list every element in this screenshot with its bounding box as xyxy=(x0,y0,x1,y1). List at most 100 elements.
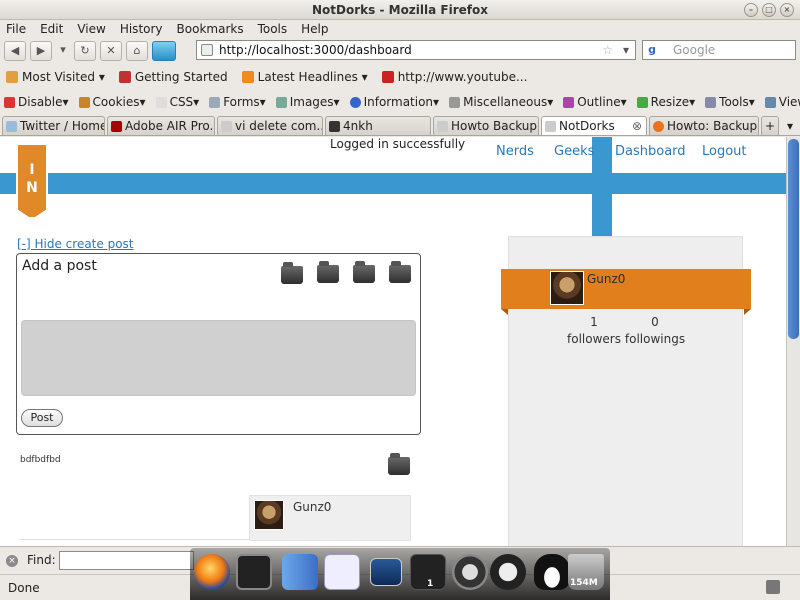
disable-icon xyxy=(4,96,15,108)
followers-stat[interactable]: 1 followers xyxy=(566,314,622,348)
followings-stat[interactable]: 0 followings xyxy=(624,314,686,348)
url-bar[interactable]: http://localhost:3000/dashboard ☆ ▾ xyxy=(196,40,636,60)
dev-label: Images▾ xyxy=(289,95,340,109)
workspace-switcher-icon[interactable]: 1 xyxy=(410,554,446,590)
search-bar[interactable]: g Google xyxy=(642,40,796,60)
close-icon[interactable]: × xyxy=(6,555,18,567)
nav-link-geeks[interactable]: Geeks xyxy=(554,144,594,159)
firefox-icon[interactable] xyxy=(194,554,230,590)
avatar[interactable] xyxy=(254,500,284,530)
trash-icon[interactable]: 154M xyxy=(568,554,604,590)
vertical-scrollbar[interactable] xyxy=(786,137,800,546)
close-icon[interactable]: × xyxy=(780,3,794,17)
nav-link-nerds[interactable]: Nerds xyxy=(496,144,534,159)
followings-label: followings xyxy=(624,332,686,346)
post-textarea[interactable] xyxy=(21,320,416,396)
dev-outline[interactable]: Outline▾ xyxy=(563,95,627,109)
post-button[interactable]: Post xyxy=(21,409,63,427)
tab-howto-backup-2[interactable]: Howto: Backup... xyxy=(649,116,759,135)
dev-label: Cookies▾ xyxy=(92,95,146,109)
workspace-badge: 1 xyxy=(427,579,434,589)
tab-notdorks[interactable]: NotDorks ⊗ xyxy=(541,116,647,135)
tab-4nkh[interactable]: 4nkh xyxy=(325,116,431,135)
logo-text: IN xyxy=(26,162,38,196)
twitter-icon xyxy=(6,120,17,132)
folder-icon[interactable] xyxy=(388,453,410,475)
folder-icon xyxy=(6,71,18,83)
scrollbar-thumb[interactable] xyxy=(788,139,799,339)
maximize-icon[interactable]: □ xyxy=(762,3,776,17)
profile-username[interactable]: Gunz0 xyxy=(587,272,625,286)
bookmark-getting-started[interactable]: Getting Started xyxy=(118,70,228,84)
bookmark-label: Latest Headlines ▾ xyxy=(257,70,368,84)
menu-bookmarks[interactable]: Bookmarks xyxy=(177,20,244,38)
dev-disable[interactable]: Disable▾ xyxy=(4,95,69,109)
bookmark-most-visited[interactable]: Most Visited ▾ xyxy=(6,70,105,84)
finder-icon[interactable] xyxy=(282,554,318,590)
gimp-icon[interactable] xyxy=(490,554,526,590)
tab-adobe-air[interactable]: Adobe AIR Pro... xyxy=(107,116,215,135)
airtunes-icon[interactable] xyxy=(152,41,176,61)
nav-link-logout[interactable]: Logout xyxy=(702,144,747,159)
menu-history[interactable]: History xyxy=(120,20,163,38)
site-logo[interactable]: IN xyxy=(16,143,48,219)
dev-forms[interactable]: Forms▾ xyxy=(209,95,266,109)
dev-css[interactable]: CSS▾ xyxy=(155,95,199,109)
menu-help[interactable]: Help xyxy=(301,20,328,38)
page-icon xyxy=(221,120,232,132)
monitor-icon[interactable] xyxy=(370,558,402,586)
home-button[interactable]: ⌂ xyxy=(126,41,148,61)
adobe-icon xyxy=(111,120,122,132)
dev-label: Miscellaneous▾ xyxy=(463,95,554,109)
dev-resize[interactable]: Resize▾ xyxy=(636,95,695,109)
tab-howto-backup-1[interactable]: Howto Backup ... xyxy=(433,116,539,135)
nav-link-dashboard[interactable]: Dashboard xyxy=(615,144,686,159)
stop-button[interactable]: ✕ xyxy=(100,41,122,61)
terminal-icon[interactable] xyxy=(236,554,272,590)
dev-tools[interactable]: Tools▾ xyxy=(705,95,755,109)
dev-view-source[interactable]: View S xyxy=(764,95,800,109)
reload-button[interactable]: ↻ xyxy=(74,41,96,61)
back-button[interactable]: ◀ xyxy=(4,41,26,61)
cookie-icon xyxy=(78,96,90,108)
dev-label: Disable▾ xyxy=(18,95,69,109)
tab-vi-delete[interactable]: vi delete com... xyxy=(217,116,323,135)
find-input[interactable] xyxy=(59,551,194,570)
menu-tools[interactable]: Tools xyxy=(258,20,288,38)
new-tab-button[interactable]: + xyxy=(761,116,779,135)
bookmark-star-icon[interactable]: ☆ xyxy=(602,41,613,59)
header-vertical-band xyxy=(592,137,612,237)
menu-bar: File Edit View History Bookmarks Tools H… xyxy=(0,20,800,38)
folder-icon[interactable] xyxy=(281,262,303,284)
tux-icon[interactable] xyxy=(534,554,570,590)
menu-view[interactable]: View xyxy=(77,20,105,38)
folder-icon[interactable] xyxy=(353,261,375,283)
bookmark-latest-headlines[interactable]: Latest Headlines ▾ xyxy=(241,70,368,84)
folder-icon[interactable] xyxy=(389,261,411,283)
power-icon[interactable] xyxy=(452,554,488,590)
dev-cookies[interactable]: Cookies▾ xyxy=(78,95,146,109)
dev-information[interactable]: Information▾ xyxy=(349,95,439,109)
document-icon[interactable] xyxy=(324,554,360,590)
google-icon[interactable]: g xyxy=(645,43,659,57)
clapper-icon xyxy=(329,120,340,132)
dev-label: Forms▾ xyxy=(223,95,266,109)
site-favicon-icon xyxy=(201,44,213,56)
dev-miscellaneous[interactable]: Miscellaneous▾ xyxy=(449,95,553,109)
tab-list-button[interactable]: ▾ xyxy=(781,116,799,135)
menu-file[interactable]: File xyxy=(6,20,26,38)
url-dropdown-icon[interactable]: ▾ xyxy=(623,41,629,59)
menu-edit[interactable]: Edit xyxy=(40,20,63,38)
history-dropdown-icon[interactable]: ▾ xyxy=(56,41,70,61)
dev-images[interactable]: Images▾ xyxy=(275,95,340,109)
minimize-icon[interactable]: – xyxy=(744,3,758,17)
forward-button[interactable]: ▶ xyxy=(30,41,52,61)
hide-create-post-link[interactable]: [-] Hide create post xyxy=(17,237,134,251)
folder-icon[interactable] xyxy=(317,261,339,283)
tools-icon xyxy=(705,96,717,108)
tab-close-icon[interactable]: ⊗ xyxy=(632,117,642,135)
avatar[interactable] xyxy=(550,271,584,305)
feed-author-name[interactable]: Gunz0 xyxy=(293,500,331,514)
tab-twitter[interactable]: Twitter / Home xyxy=(2,116,105,135)
bookmark-youtube[interactable]: http://www.youtube... xyxy=(381,70,527,84)
